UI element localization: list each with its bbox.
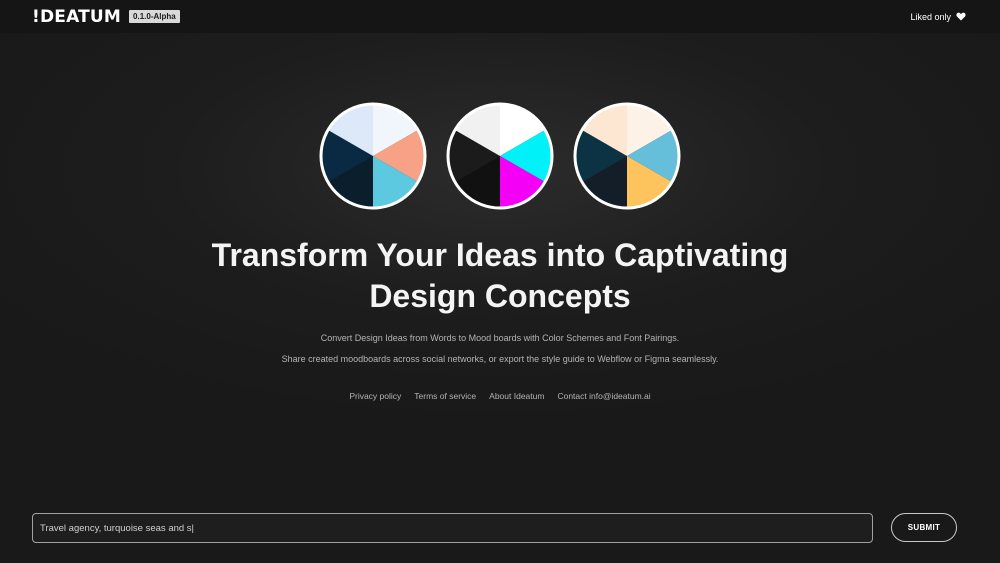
submit-button[interactable]: SUBMIT <box>891 513 957 542</box>
about-link[interactable]: About Ideatum <box>489 391 544 401</box>
liked-only-toggle[interactable]: Liked only <box>910 12 966 22</box>
privacy-policy-link[interactable]: Privacy policy <box>349 391 401 401</box>
liked-only-label: Liked only <box>910 11 951 22</box>
headline-line-1: Transform Your Ideas into Captivating <box>211 237 789 273</box>
top-bar: !DEATUM 0.1.0-Alpha Liked only <box>0 0 1000 33</box>
page-title: Transform Your Ideas into Captivating De… <box>0 235 1000 317</box>
footer-links: Privacy policy Terms of service About Id… <box>0 391 1000 401</box>
heart-icon <box>956 12 966 21</box>
headline-line-2: Design Concepts <box>369 278 631 314</box>
color-wheel-3[interactable] <box>572 101 682 211</box>
logo[interactable]: !DEATUM <box>32 7 121 27</box>
subtitle-1: Convert Design Ideas from Words to Mood … <box>320 333 680 343</box>
contact-link[interactable]: Contact info@ideatum.ai <box>557 391 650 401</box>
palette-wheels <box>0 101 1000 211</box>
brand: !DEATUM 0.1.0-Alpha <box>32 7 180 27</box>
prompt-input[interactable] <box>32 513 873 543</box>
subtitle-2: Share created moodboards across social n… <box>281 354 719 364</box>
terms-of-service-link[interactable]: Terms of service <box>414 391 476 401</box>
color-wheel-2[interactable] <box>445 101 555 211</box>
version-badge: 0.1.0-Alpha <box>129 10 180 23</box>
color-wheel-1[interactable] <box>318 101 428 211</box>
